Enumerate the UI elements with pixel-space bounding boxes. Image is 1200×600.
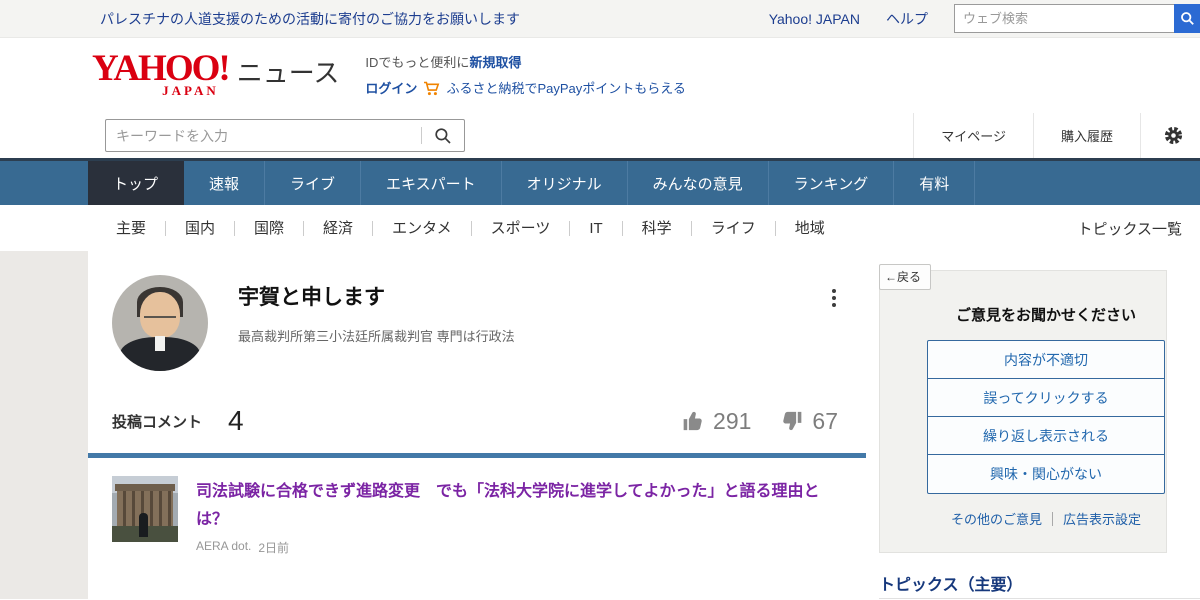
category-entertainment[interactable]: エンタメ <box>373 221 472 236</box>
feedback-option-misclick[interactable]: 誤ってクリックする <box>928 379 1164 417</box>
furusato-promo-link[interactable]: ふるさと納税でPayPayポイントもらえる <box>446 76 685 101</box>
site-header: YAHOO! JAPAN ニュース IDでもっと便利に新規取得 ログイン ふるさ… <box>0 38 1200 113</box>
comments-count: 4 <box>228 405 244 437</box>
category-domestic[interactable]: 国内 <box>166 221 235 236</box>
ad-feedback-panel: ご意見をお聞かせください 内容が不適切 誤ってクリックする 繰り返し表示される … <box>879 270 1167 553</box>
right-sidebar: ←戻る ご意見をお聞かせください 内容が不適切 誤ってクリックする 繰り返し表示… <box>866 251 1200 599</box>
left-gutter <box>0 251 88 599</box>
reaction-totals: 291 67 <box>682 408 838 435</box>
avatar <box>112 275 208 371</box>
article-source: AERA dot. <box>196 539 251 556</box>
cart-icon <box>423 81 440 96</box>
kebab-menu-icon[interactable] <box>832 275 836 309</box>
id-login-block: IDでもっと便利に新規取得 ログイン ふるさと納税でPayPayポイントもらえる <box>365 50 685 101</box>
id-benefit-text: IDでもっと便利に <box>365 55 469 70</box>
topics-main-heading[interactable]: トピックス（主要） <box>879 571 1023 595</box>
category-main[interactable]: 主要 <box>97 221 166 236</box>
category-nav: 主要 国内 国際 経済 エンタメ スポーツ IT 科学 ライフ 地域 トピックス… <box>0 205 1200 251</box>
feedback-options: 内容が不適切 誤ってクリックする 繰り返し表示される 興味・関心がない <box>927 340 1165 494</box>
feedback-option-repeated[interactable]: 繰り返し表示される <box>928 417 1164 455</box>
category-science[interactable]: 科学 <box>623 221 692 236</box>
category-economy[interactable]: 経済 <box>304 221 373 236</box>
nav-tab-ranking[interactable]: ランキング <box>769 161 895 205</box>
web-search-input[interactable] <box>954 4 1174 33</box>
yahoo-japan-link[interactable]: Yahoo! JAPAN <box>769 11 860 27</box>
mypage-link[interactable]: マイページ <box>913 113 1033 158</box>
nav-tab-flash[interactable]: 速報 <box>184 161 265 205</box>
category-life[interactable]: ライフ <box>692 221 776 236</box>
content-area: 宇賀と申します 最高裁判所第三小法廷所属裁判官 専門は行政法 投稿コメント 4 … <box>0 251 1200 599</box>
help-link[interactable]: ヘルプ <box>886 9 928 29</box>
purchase-history-link[interactable]: 購入履歴 <box>1033 113 1140 158</box>
keyword-search-button[interactable] <box>422 120 464 151</box>
other-feedback-link[interactable]: その他のご意見 <box>951 509 1042 528</box>
feedback-title: ご意見をお聞かせください <box>927 304 1165 325</box>
category-it[interactable]: IT <box>570 221 622 236</box>
yahoo-news-logo[interactable]: YAHOO! JAPAN <box>92 52 229 99</box>
link-separator <box>1052 512 1053 526</box>
article-time: 2日前 <box>258 539 289 556</box>
commented-article-item[interactable]: 司法試験に合格できず進路変更 でも「法科大学院に進学してよかった」と語る理由とは… <box>112 458 842 556</box>
back-button[interactable]: ←戻る <box>879 264 931 290</box>
nav-tab-original[interactable]: オリジナル <box>502 161 628 205</box>
ad-settings-link[interactable]: 広告表示設定 <box>1063 509 1141 528</box>
thumb-up-icon <box>682 410 704 432</box>
back-arrow-icon: ← <box>885 270 897 284</box>
likes-total: 291 <box>682 408 751 435</box>
category-items: 主要 国内 国際 経済 エンタメ スポーツ IT 科学 ライフ 地域 <box>97 221 844 236</box>
service-name: ニュース <box>237 53 340 90</box>
account-links: マイページ 購入履歴 <box>913 113 1200 158</box>
comments-label: 投稿コメント <box>112 411 202 432</box>
top-bar: パレスチナの人道支援のための活動に寄付のご協力をお願いします Yahoo! JA… <box>0 0 1200 38</box>
profile-info: 宇賀と申します 最高裁判所第三小法廷所属裁判官 専門は行政法 <box>238 275 515 371</box>
likes-count: 291 <box>713 408 751 435</box>
comment-stats-row: 投稿コメント 4 291 <box>88 405 866 458</box>
category-region[interactable]: 地域 <box>776 221 844 236</box>
back-button-label: 戻る <box>897 270 921 284</box>
nav-tab-live[interactable]: ライブ <box>265 161 361 205</box>
profile-description: 最高裁判所第三小法廷所属裁判官 専門は行政法 <box>238 326 515 345</box>
profile-name: 宇賀と申します <box>238 281 515 311</box>
nav-tab-paid[interactable]: 有料 <box>894 161 975 205</box>
logo-japan-text: JAPAN <box>92 83 229 99</box>
category-world[interactable]: 国際 <box>235 221 304 236</box>
keyword-search-input[interactable] <box>106 120 421 151</box>
search-icon <box>1180 11 1195 26</box>
article-thumbnail <box>112 476 178 542</box>
article-meta: AERA dot. 2日前 <box>196 539 821 556</box>
feedback-option-inappropriate[interactable]: 内容が不適切 <box>928 341 1164 379</box>
article-text: 司法試験に合格できず進路変更 でも「法科大学院に進学してよかった」と語る理由とは… <box>196 476 821 556</box>
category-sports[interactable]: スポーツ <box>472 221 571 236</box>
nav-tab-top[interactable]: トップ <box>88 161 184 205</box>
commenter-profile-card: 宇賀と申します 最高裁判所第三小法廷所属裁判官 専門は行政法 投稿コメント 4 … <box>88 251 866 599</box>
profile-header: 宇賀と申します 最高裁判所第三小法廷所属裁判官 専門は行政法 <box>112 251 842 371</box>
article-title-link[interactable]: 司法試験に合格できず進路変更 でも「法科大学院に進学してよかった」と語る理由とは… <box>196 478 821 534</box>
search-row: マイページ 購入履歴 <box>0 113 1200 158</box>
top-bar-right: Yahoo! JAPAN ヘルプ <box>769 4 1200 33</box>
topics-list-link[interactable]: トピックス一覧 <box>1077 218 1182 239</box>
thumb-down-icon <box>781 410 803 432</box>
search-icon <box>434 127 452 145</box>
settings-button[interactable] <box>1140 113 1200 158</box>
donation-banner-link[interactable]: パレスチナの人道支援のための活動に寄付のご協力をお願いします <box>100 9 520 29</box>
web-search <box>954 4 1200 33</box>
dislikes-total: 67 <box>781 408 838 435</box>
signup-link[interactable]: 新規取得 <box>469 55 521 70</box>
nav-tab-expert[interactable]: エキスパート <box>361 161 502 205</box>
topics-divider <box>879 598 1200 599</box>
keyword-search-box <box>105 119 465 152</box>
main-nav: トップ 速報 ライブ エキスパート オリジナル みんなの意見 ランキング 有料 <box>0 158 1200 205</box>
gear-icon <box>1163 125 1184 146</box>
web-search-button[interactable] <box>1174 4 1200 33</box>
feedback-option-no-interest[interactable]: 興味・関心がない <box>928 455 1164 493</box>
feedback-links: その他のご意見 広告表示設定 <box>927 509 1165 528</box>
login-link[interactable]: ログイン <box>365 76 417 101</box>
nav-tabs: トップ 速報 ライブ エキスパート オリジナル みんなの意見 ランキング 有料 <box>88 161 975 205</box>
nav-tab-opinions[interactable]: みんなの意見 <box>628 161 769 205</box>
dislikes-count: 67 <box>812 408 838 435</box>
logo-yahoo-text: YAHOO! <box>92 52 229 85</box>
